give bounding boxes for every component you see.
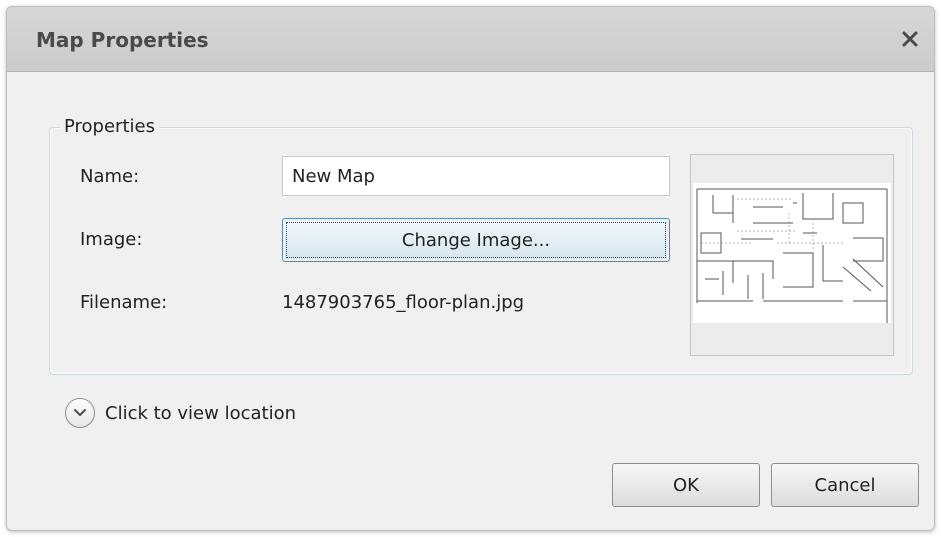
ok-button[interactable]: OK: [612, 463, 760, 507]
dialog-title: Map Properties: [36, 28, 209, 52]
filename-label: Filename:: [80, 292, 168, 313]
floor-plan-thumbnail: [690, 154, 894, 356]
filename-value: 1487903765_floor-plan.jpg: [282, 292, 525, 313]
close-button[interactable]: [896, 25, 924, 53]
image-label: Image:: [80, 229, 143, 250]
name-label: Name:: [80, 166, 140, 187]
dialog-titlebar: Map Properties: [7, 7, 934, 72]
properties-group-legend: Properties: [60, 116, 159, 137]
chevron-down-icon: [73, 408, 87, 417]
cancel-button[interactable]: Cancel: [771, 463, 919, 507]
view-location-toggle[interactable]: Click to view location: [65, 393, 296, 433]
change-image-button[interactable]: Change Image...: [282, 218, 670, 262]
expand-button[interactable]: [65, 398, 95, 428]
close-icon: [902, 31, 918, 47]
view-location-label[interactable]: Click to view location: [105, 403, 296, 424]
properties-group: Properties Name: Image: Change Image... …: [49, 116, 913, 375]
name-input[interactable]: [282, 156, 670, 196]
floor-plan-image: [693, 183, 891, 323]
map-properties-dialog: Map Properties Properties Name: Image: C…: [6, 6, 935, 531]
